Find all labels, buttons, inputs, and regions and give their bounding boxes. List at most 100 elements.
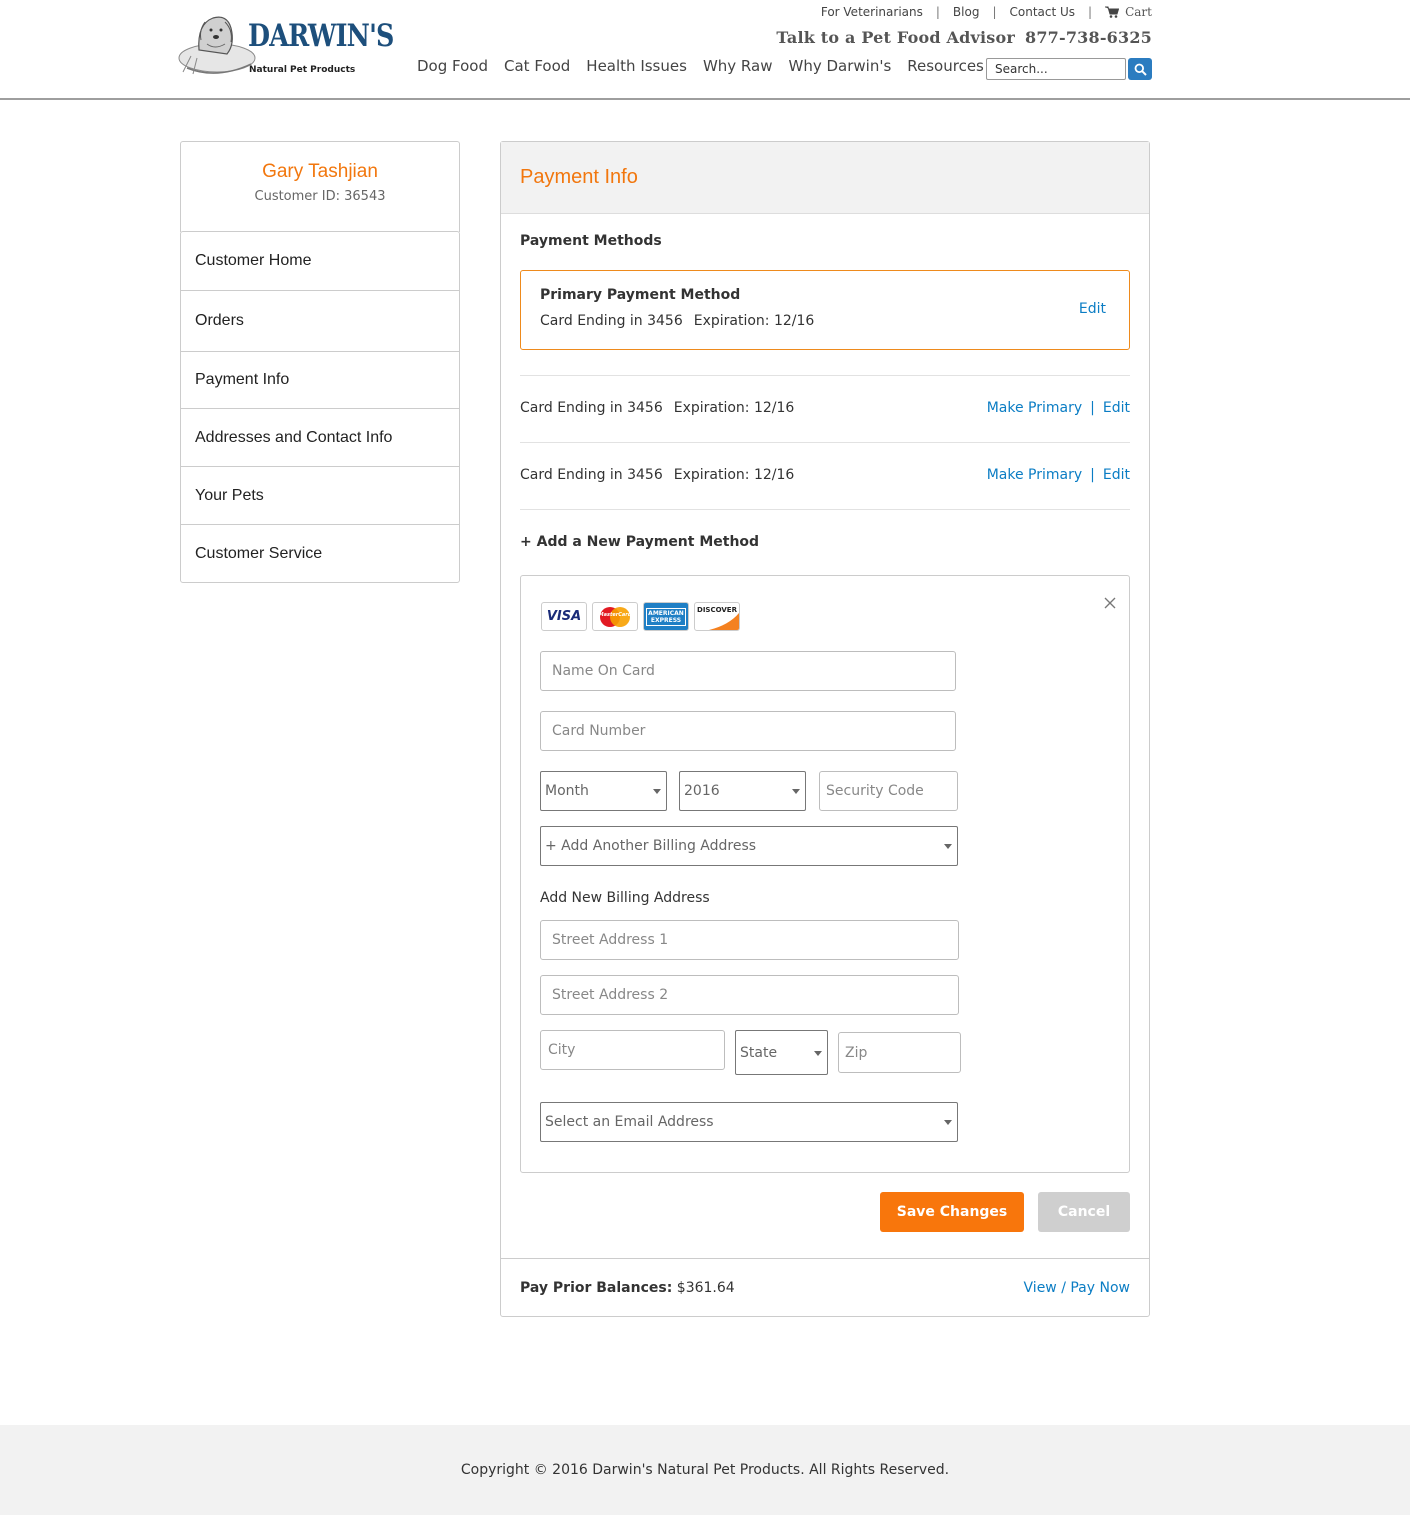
city-field[interactable]: City [540,1030,725,1070]
saved-card-1: Card Ending in 3456 Expiration: 12/16 [520,400,794,416]
customer-id: Customer ID: 36543 [254,189,386,204]
save-changes-button[interactable]: Save Changes [880,1192,1024,1232]
security-code-field[interactable]: Security Code [819,771,958,811]
cart-link[interactable]: Cart [1105,5,1152,19]
card-number: Card Ending in 3456 [520,467,663,483]
divider [520,509,1130,510]
year-select[interactable]: 2016 [679,771,806,811]
year-select-value: 2016 [684,783,720,799]
customer-name: Gary Tashjian [262,161,378,182]
advisor-text: Talk to a Pet Food Advisor [776,28,1015,47]
top-links: For Veterinarians | Blog | Contact Us | … [821,5,1152,19]
state-select[interactable]: State [735,1030,828,1075]
main-nav: Dog Food Cat Food Health Issues Why Raw … [417,57,1000,75]
primary-card-details: Card Ending in 3456 Expiration: 12/16 [540,313,814,329]
primary-heading: Primary Payment Method [540,287,741,303]
separator: | [1090,400,1095,416]
chevron-down-icon [944,844,952,849]
nav-dog-food[interactable]: Dog Food [417,57,488,75]
street-address-1-field[interactable]: Street Address 1 [540,920,959,960]
blog-link[interactable]: Blog [953,5,980,19]
panel-header: Payment Info [501,142,1149,214]
add-payment-method-heading[interactable]: + Add a New Payment Method [520,534,759,550]
separator: | [992,5,997,19]
billing-address-heading: Add New Billing Address [540,890,710,906]
balance-bar: Pay Prior Balances: $361.64 View / Pay N… [501,1258,1149,1316]
darwins-logo[interactable]: DARWIN'S Natural Pet Products [177,10,394,82]
advisor-phone[interactable]: 877-738-6325 [1025,28,1152,47]
billing-address-select[interactable]: + Add Another Billing Address [540,826,958,866]
nav-why-raw[interactable]: Why Raw [703,57,773,75]
cart-icon [1105,6,1120,18]
primary-payment-method: Primary Payment Method Card Ending in 34… [520,270,1130,350]
edit-link[interactable]: Edit [1103,400,1130,416]
primary-card-expiration: Expiration: 12/16 [693,313,815,329]
sidebar-item-customer-service[interactable]: Customer Service [181,524,459,582]
new-payment-form: VISA MasterCard AMERICAN EXPRESS DISCOVE… [520,575,1130,1173]
chevron-down-icon [653,789,661,794]
close-icon[interactable] [1103,596,1117,610]
card-number-field[interactable]: Card Number [540,711,956,751]
month-select-value: Month [545,783,589,799]
month-select[interactable]: Month [540,771,667,811]
cancel-button[interactable]: Cancel [1038,1192,1130,1232]
mastercard-icon: MasterCard [592,602,638,631]
sidebar-item-your-pets[interactable]: Your Pets [181,466,459,524]
payment-methods-heading: Payment Methods [520,233,662,249]
card-number: Card Ending in 3456 [520,400,663,416]
card-expiration: Expiration: 12/16 [673,400,795,416]
prior-balance: Pay Prior Balances: $361.64 [520,1280,735,1296]
sidebar-item-orders[interactable]: Orders [181,290,459,351]
site-header: DARWIN'S Natural Pet Products For Veteri… [0,0,1410,100]
account-menu: Customer Home Orders Payment Info Addres… [180,231,460,583]
make-primary-link[interactable]: Make Primary [987,467,1082,483]
pet-food-advisor: Talk to a Pet Food Advisor 877-738-6325 [776,28,1152,47]
contact-us-link[interactable]: Contact Us [1010,5,1076,19]
payment-info-panel: Payment Info Payment Methods Primary Pay… [500,141,1150,1317]
nav-why-darwins[interactable]: Why Darwin's [788,57,891,75]
nav-resources[interactable]: Resources [907,57,984,75]
chevron-down-icon [792,789,800,794]
primary-card-number: Card Ending in 3456 [540,313,683,329]
nav-cat-food[interactable]: Cat Food [504,57,570,75]
separator: | [935,5,940,19]
separator: | [1088,5,1093,19]
balance-label: Pay Prior Balances: [520,1280,673,1296]
search-input[interactable]: Search... [986,58,1126,80]
zip-field[interactable]: Zip [838,1032,961,1073]
site-footer: Copyright © 2016 Darwin's Natural Pet Pr… [0,1425,1410,1515]
street-address-2-field[interactable]: Street Address 2 [540,975,959,1015]
name-on-card-field[interactable]: Name On Card [540,651,956,691]
state-select-value: State [740,1044,778,1061]
email-select[interactable]: Select an Email Address [540,1102,958,1142]
saved-card-1-actions: Make Primary | Edit [987,400,1130,416]
customer-summary: Gary Tashjian Customer ID: 36543 [180,141,460,232]
copyright-text: Copyright © 2016 Darwin's Natural Pet Pr… [460,1462,950,1478]
search-button[interactable] [1128,58,1152,80]
edit-link[interactable]: Edit [1103,467,1130,483]
logo-wordmark: DARWIN'S [248,18,394,54]
saved-card-2: Card Ending in 3456 Expiration: 12/16 [520,467,794,483]
billing-address-select-value: + Add Another Billing Address [545,838,757,854]
divider [520,375,1130,376]
search-icon [1134,63,1147,76]
make-primary-link[interactable]: Make Primary [987,400,1082,416]
sidebar-item-payment-info[interactable]: Payment Info [181,351,459,408]
email-select-value: Select an Email Address [545,1114,714,1130]
sidebar-item-customer-home[interactable]: Customer Home [181,232,459,290]
nav-health-issues[interactable]: Health Issues [586,57,687,75]
for-veterinarians-link[interactable]: For Veterinarians [821,5,923,19]
chevron-down-icon [944,1120,952,1125]
divider [520,442,1130,443]
american-express-icon: AMERICAN EXPRESS [643,602,689,631]
logo-tagline: Natural Pet Products [249,65,356,75]
visa-icon: VISA [541,602,587,631]
discover-icon: DISCOVER [694,602,740,631]
primary-edit-link[interactable]: Edit [1079,301,1106,317]
balance-value: $361.64 [676,1280,735,1296]
chevron-down-icon [814,1051,822,1056]
view-pay-now-link[interactable]: View / Pay Now [1024,1280,1130,1296]
sidebar-item-addresses[interactable]: Addresses and Contact Info [181,408,459,466]
separator: | [1090,467,1095,483]
card-expiration: Expiration: 12/16 [673,467,795,483]
